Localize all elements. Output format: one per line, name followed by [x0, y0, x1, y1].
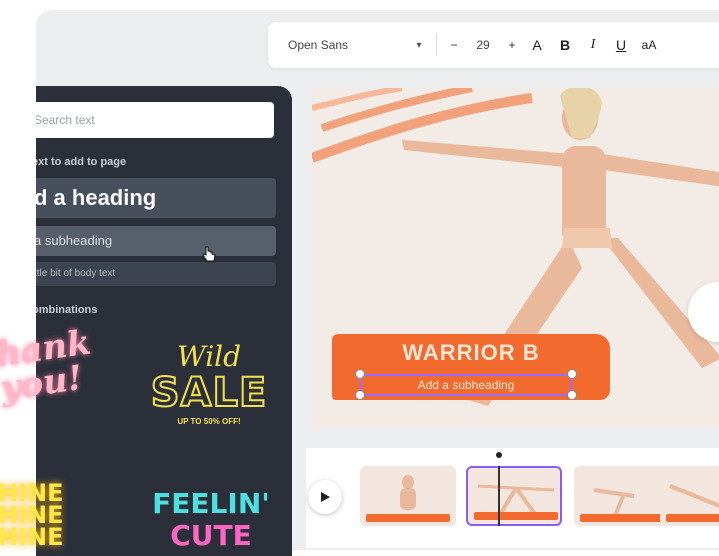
wild-text: Wild	[176, 340, 242, 373]
sale-subtext: UP TO 50% OFF!	[177, 417, 241, 426]
timeline-thumbnail[interactable]	[360, 466, 456, 526]
italic-button[interactable]: I	[579, 37, 607, 53]
scrubber-dot[interactable]	[496, 452, 502, 458]
toolbar-divider	[436, 34, 437, 56]
resize-handle[interactable]	[355, 390, 365, 400]
search-text-input[interactable]: Search text	[36, 102, 274, 138]
decrease-font-size-button[interactable]: −	[443, 38, 465, 52]
play-icon	[321, 492, 330, 502]
click-to-add-label: ext to add to page	[36, 156, 127, 168]
feelin-cute-combination[interactable]: FEELIN' CUTE	[146, 488, 276, 552]
add-body-text-button[interactable]: ttle bit of body text	[36, 262, 276, 286]
increase-font-size-button[interactable]: +	[501, 38, 523, 52]
canvas-subheading-text[interactable]: Add a subheading	[360, 374, 572, 396]
cute-text: CUTE	[170, 519, 252, 552]
thumbnail-caption-bar	[580, 514, 664, 522]
resize-handle[interactable]	[567, 369, 577, 379]
timeline-thumbnail[interactable]	[574, 466, 670, 526]
timeline-playhead[interactable]	[498, 466, 500, 526]
chevron-down-icon[interactable]: ▾	[408, 40, 430, 51]
hand-cursor-icon	[202, 246, 216, 262]
play-button[interactable]	[308, 480, 342, 514]
resize-handle[interactable]	[567, 390, 577, 400]
bold-button[interactable]: B	[551, 37, 579, 53]
font-family-select[interactable]: Open Sans	[288, 38, 408, 52]
thumbnail-caption-bar	[666, 514, 719, 522]
title-text-card[interactable]: WARRIOR B Add a subheading	[332, 334, 610, 400]
add-heading-button[interactable]: d a heading	[36, 178, 276, 218]
sale-text: SALE	[150, 370, 268, 416]
text-color-button[interactable]: A	[523, 37, 551, 53]
font-size-input[interactable]: 29	[465, 38, 501, 52]
underline-button[interactable]: U	[607, 37, 635, 53]
thumbnail-caption-bar	[366, 514, 450, 522]
canvas-title-text[interactable]: WARRIOR B	[332, 340, 610, 366]
feelin-text: FEELIN'	[152, 487, 270, 520]
font-combinations-label: ombinations	[36, 304, 98, 316]
timeline-thumbnail-selected[interactable]	[466, 466, 562, 526]
thumbnail-caption-bar	[474, 512, 558, 520]
wild-sale-combination[interactable]: Wild SALE UP TO 50% OFF!	[144, 340, 274, 426]
add-subheading-button[interactable]: a subheading	[36, 226, 276, 256]
shine-combination[interactable]: HINE HINE HINE	[0, 481, 108, 549]
letter-case-button[interactable]: aA	[635, 38, 663, 52]
timeline-thumbnail[interactable]	[660, 466, 719, 526]
text-toolbar: Open Sans ▾ − 29 + A B I U aA	[268, 22, 719, 68]
resize-handle[interactable]	[355, 369, 365, 379]
